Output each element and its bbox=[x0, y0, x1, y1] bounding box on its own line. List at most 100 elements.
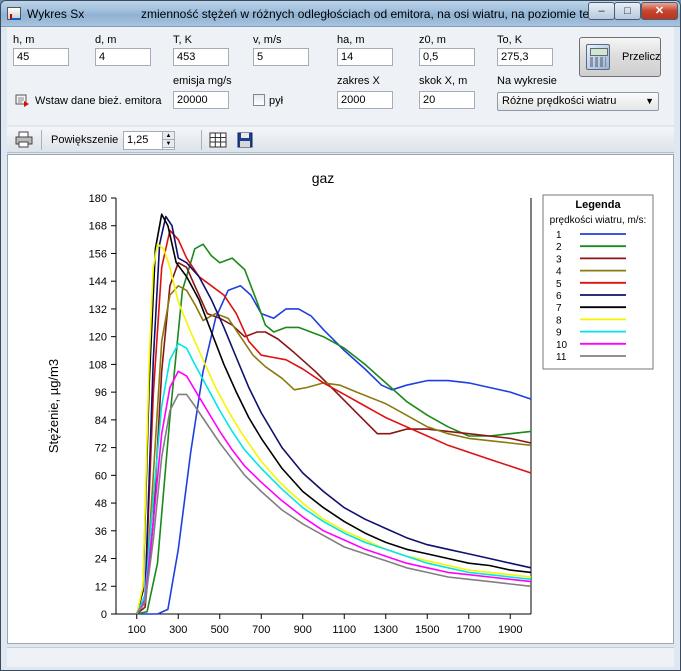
series-line-1 bbox=[136, 285, 532, 615]
grid-table-icon[interactable] bbox=[209, 132, 227, 148]
plot-series bbox=[136, 213, 532, 615]
minimize-button[interactable]: – bbox=[588, 2, 615, 20]
t-label: T, K bbox=[173, 34, 192, 46]
chart-area: gaz Stężenie, µg/m3 0 12 24 36 48 60 72 84 96 108… bbox=[7, 154, 674, 644]
legend-label-3: 3 bbox=[556, 254, 562, 265]
x-tick-label: 100 bbox=[128, 624, 146, 636]
legend-label-9: 9 bbox=[556, 328, 562, 339]
recalculate-button[interactable]: Przelicz bbox=[579, 37, 661, 77]
calculator-icon bbox=[586, 44, 610, 70]
status-bar bbox=[7, 647, 674, 667]
app-title: Wykres Sx bbox=[27, 7, 85, 21]
zakres-label: zakres X bbox=[337, 75, 380, 87]
h-input[interactable]: 45 bbox=[13, 48, 69, 66]
series-line-4 bbox=[136, 285, 532, 615]
ha-label: ha, m bbox=[337, 34, 365, 46]
to-label: To, K bbox=[497, 34, 523, 46]
y-tick-label: 72 bbox=[95, 443, 107, 455]
series-line-2 bbox=[136, 243, 532, 615]
main-window: Wykres Sx zmienność stężeń w różnych odl… bbox=[0, 0, 681, 671]
legend-title: Legenda bbox=[575, 199, 621, 211]
emisja-label: emisja mg/s bbox=[173, 75, 232, 87]
skok-label: skok X, m bbox=[419, 75, 468, 87]
z0-input[interactable]: 0,5 bbox=[419, 48, 475, 66]
v-label: v, m/s bbox=[253, 34, 282, 46]
x-tick-label: 900 bbox=[294, 624, 312, 636]
chart-mode-label: Na wykresie bbox=[497, 75, 557, 87]
emisja-input[interactable]: 20000 bbox=[173, 91, 229, 109]
recalculate-label: Przelicz bbox=[622, 51, 661, 63]
x-tick-label: 300 bbox=[169, 624, 187, 636]
title-bar[interactable]: Wykres Sx zmienność stężeń w różnych odl… bbox=[1, 1, 680, 27]
pyl-checkbox[interactable] bbox=[253, 94, 265, 106]
y-tick-label: 168 bbox=[89, 221, 107, 233]
legend-label-11: 11 bbox=[556, 352, 567, 363]
spin-down-icon[interactable]: ▼ bbox=[163, 140, 174, 148]
zoom-spinner[interactable]: 1,25 ▲ ▼ bbox=[123, 131, 175, 150]
legend-label-8: 8 bbox=[556, 315, 562, 326]
zoom-value: 1,25 bbox=[127, 134, 149, 146]
to-input[interactable]: 275,3 bbox=[497, 48, 553, 66]
toolbar-separator bbox=[41, 130, 42, 150]
legend-label-10: 10 bbox=[556, 340, 568, 351]
y-tick-label: 180 bbox=[89, 193, 107, 205]
x-tick-label: 700 bbox=[252, 624, 270, 636]
y-tick-label: 108 bbox=[89, 359, 107, 371]
legend-label-7: 7 bbox=[556, 303, 562, 314]
t-input[interactable]: 453 bbox=[173, 48, 229, 66]
legend-label-5: 5 bbox=[556, 279, 562, 290]
ha-input[interactable]: 14 bbox=[337, 48, 393, 66]
d-input[interactable]: 4 bbox=[95, 48, 151, 66]
d-label: d, m bbox=[95, 34, 117, 46]
y-tick-label: 120 bbox=[89, 332, 107, 344]
series-line-8 bbox=[136, 243, 532, 615]
y-tick-label: 132 bbox=[89, 304, 107, 316]
close-button[interactable]: ✕ bbox=[641, 2, 678, 20]
y-tick-label: 36 bbox=[95, 526, 107, 538]
y-tick-label: 48 bbox=[95, 498, 107, 510]
insert-data-icon[interactable] bbox=[15, 94, 31, 108]
y-tick-label: 96 bbox=[95, 387, 107, 399]
spin-up-icon[interactable]: ▲ bbox=[163, 132, 174, 140]
y-tick-label: 24 bbox=[95, 554, 107, 566]
concentration-chart: gaz Stężenie, µg/m3 01224364860728496108… bbox=[46, 170, 654, 636]
app-icon bbox=[7, 7, 21, 20]
parameters-panel: h, m 45 d, m 4 T, K 453 v, m/s 5 ha, m 1… bbox=[7, 27, 674, 125]
x-tick-label: 1500 bbox=[415, 624, 439, 636]
chart-title: gaz bbox=[312, 170, 335, 186]
y-tick-label: 144 bbox=[89, 276, 107, 288]
legend-label-2: 2 bbox=[556, 242, 562, 253]
insert-emitter-label[interactable]: Wstaw dane bież. emitora bbox=[35, 95, 162, 107]
dropdown-arrow-icon: ▼ bbox=[645, 96, 654, 106]
toolbar-separator bbox=[201, 130, 202, 150]
zoom-label: Powiększenie bbox=[51, 134, 119, 146]
maximize-button[interactable]: □ bbox=[614, 2, 641, 20]
legend-label-4: 4 bbox=[556, 267, 562, 278]
x-tick-label: 1100 bbox=[332, 624, 356, 636]
y-tick-label: 12 bbox=[95, 581, 107, 593]
zakres-input[interactable]: 2000 bbox=[337, 91, 393, 109]
y-axis-label: Stężenie, µg/m3 bbox=[46, 359, 61, 453]
x-tick-label: 1300 bbox=[374, 624, 398, 636]
save-disk-icon[interactable] bbox=[237, 132, 253, 148]
chart-mode-value: Różne prędkości wiatru bbox=[502, 95, 617, 107]
printer-icon[interactable] bbox=[15, 131, 33, 148]
z0-label: z0, m bbox=[419, 34, 446, 46]
legend-label-1: 1 bbox=[556, 230, 562, 241]
legend-label-6: 6 bbox=[556, 291, 562, 302]
series-line-11 bbox=[136, 393, 532, 615]
chart-mode-select[interactable]: Różne prędkości wiatru ▼ bbox=[497, 92, 659, 111]
x-tick-label: 1900 bbox=[498, 624, 522, 636]
y-tick-label: 84 bbox=[95, 415, 107, 427]
chart-legend: Legenda prędkości wiatru, m/s: 123 45678 9… bbox=[542, 194, 654, 370]
h-label: h, m bbox=[13, 34, 35, 46]
x-tick-label: 500 bbox=[211, 624, 229, 636]
legend-subtitle: prędkości wiatru, m/s: bbox=[550, 215, 647, 226]
skok-input[interactable]: 20 bbox=[419, 91, 475, 109]
y-tick-label: 60 bbox=[95, 470, 107, 482]
toolbar: Powiększenie 1,25 ▲ ▼ bbox=[7, 127, 674, 153]
pyl-label: pył bbox=[269, 95, 284, 107]
window-title: zmienność stężeń w różnych odległościach… bbox=[141, 7, 614, 21]
v-input[interactable]: 5 bbox=[253, 48, 309, 66]
y-tick-label: 0 bbox=[101, 609, 107, 621]
